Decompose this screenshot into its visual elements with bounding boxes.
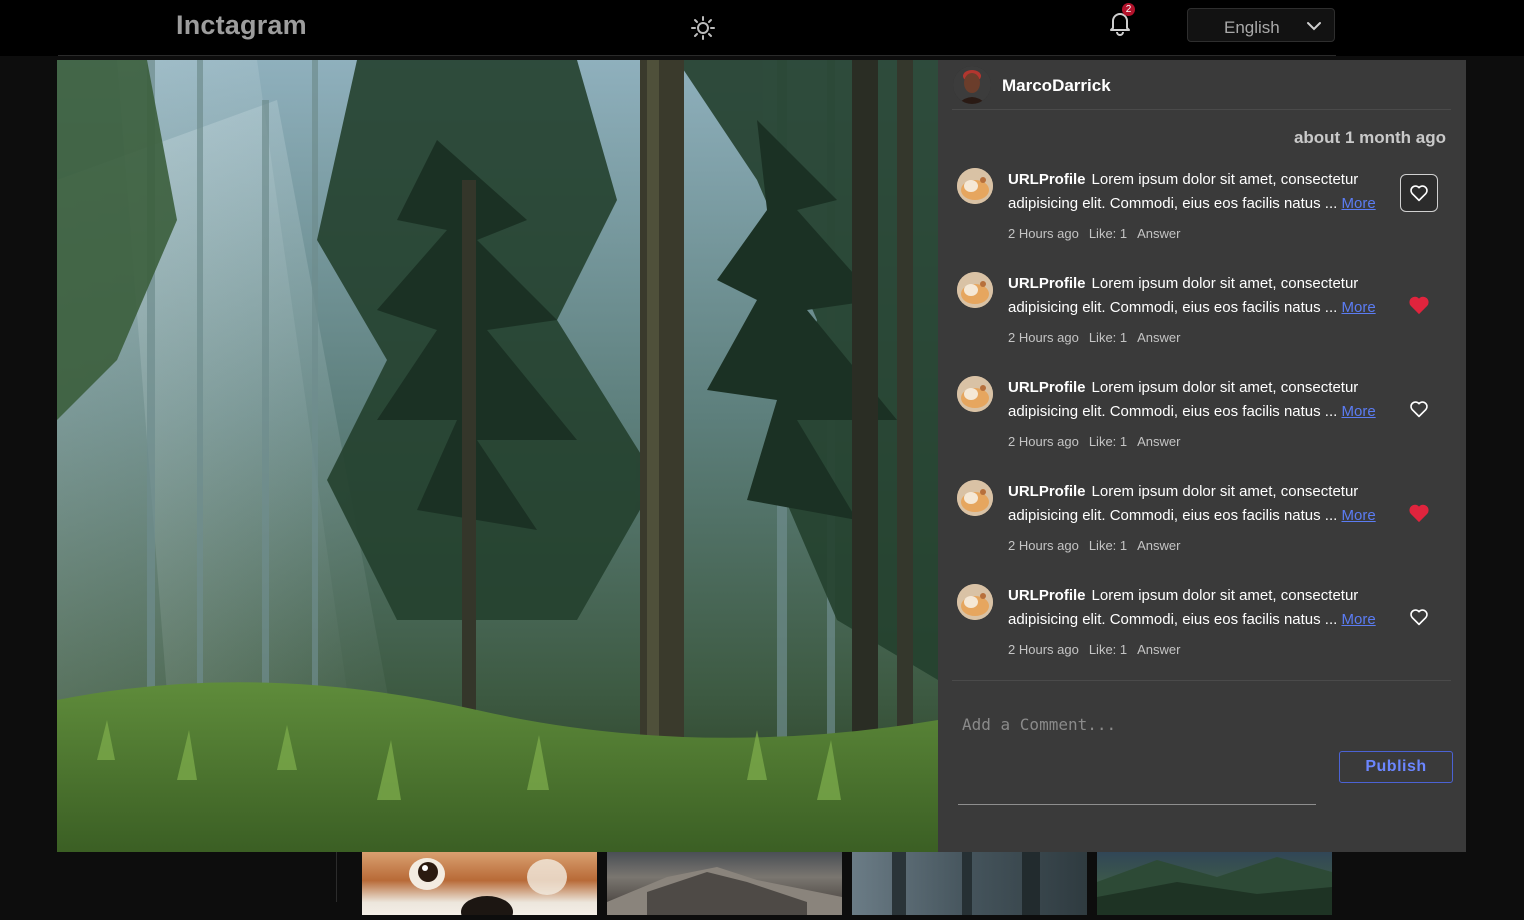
answer-button[interactable]: Answer bbox=[1137, 642, 1180, 657]
author-divider bbox=[952, 109, 1451, 110]
comment-like-count: Like: 1 bbox=[1088, 642, 1128, 657]
comment-meta: 2 Hours ago Like: 1 Answer bbox=[1008, 538, 1191, 553]
comment-item: URLProfile Lorem ipsum dolor sit amet, co… bbox=[938, 584, 1466, 684]
comment-meta: 2 Hours ago Like: 1 Answer bbox=[1008, 434, 1191, 449]
commenter-name[interactable]: URLProfile bbox=[1008, 275, 1086, 292]
comment-like-count: Like: 1 bbox=[1088, 538, 1128, 553]
more-link[interactable]: More bbox=[1341, 403, 1375, 420]
author-name[interactable]: MarcoDarrick bbox=[1002, 76, 1111, 96]
gallery-thumbnail[interactable] bbox=[362, 852, 597, 920]
comment-time: 2 Hours ago bbox=[1008, 538, 1079, 553]
comment-meta: 2 Hours ago Like: 1 Answer bbox=[1008, 642, 1191, 657]
comment-time: 2 Hours ago bbox=[1008, 226, 1079, 241]
app-logo[interactable]: Inctagram bbox=[176, 10, 307, 41]
more-link[interactable]: More bbox=[1341, 299, 1375, 316]
comment-time: 2 Hours ago bbox=[1008, 330, 1079, 345]
post-details-panel: MarcoDarrick about 1 month ago URLProfil… bbox=[938, 60, 1466, 852]
commenter-avatar[interactable] bbox=[957, 168, 993, 204]
comment-meta: 2 Hours ago Like: 1 Answer bbox=[1008, 330, 1191, 345]
answer-button[interactable]: Answer bbox=[1137, 434, 1180, 449]
author-avatar[interactable] bbox=[953, 66, 991, 104]
comment-meta: 2 Hours ago Like: 1 Answer bbox=[1008, 226, 1191, 241]
comment-time: 2 Hours ago bbox=[1008, 434, 1079, 449]
publish-button[interactable]: Publish bbox=[1339, 751, 1453, 783]
heart-icon[interactable] bbox=[1400, 598, 1438, 636]
gallery-thumbnail[interactable] bbox=[1097, 852, 1332, 915]
comment-time: 2 Hours ago bbox=[1008, 642, 1079, 657]
answer-button[interactable]: Answer bbox=[1137, 330, 1180, 345]
gallery-thumbnail[interactable] bbox=[607, 852, 842, 915]
comment-item: URLProfile Lorem ipsum dolor sit amet, co… bbox=[938, 272, 1466, 372]
heart-icon[interactable] bbox=[1400, 174, 1438, 212]
commenter-name[interactable]: URLProfile bbox=[1008, 171, 1086, 188]
commenter-name[interactable]: URLProfile bbox=[1008, 379, 1086, 396]
comment-body: URLProfile Lorem ipsum dolor sit amet, co… bbox=[1008, 480, 1388, 528]
language-selected-label: English bbox=[1224, 18, 1280, 37]
commenter-avatar[interactable] bbox=[957, 584, 993, 620]
more-link[interactable]: More bbox=[1341, 507, 1375, 524]
comment-like-count: Like: 1 bbox=[1088, 330, 1128, 345]
comment-body: URLProfile Lorem ipsum dolor sit amet, co… bbox=[1008, 168, 1388, 216]
comment-input-underline bbox=[958, 804, 1316, 805]
comment-body: URLProfile Lorem ipsum dolor sit amet, co… bbox=[1008, 376, 1388, 424]
comment-item: URLProfile Lorem ipsum dolor sit amet, co… bbox=[938, 480, 1466, 580]
sun-icon[interactable] bbox=[690, 15, 716, 41]
comment-item: URLProfile Lorem ipsum dolor sit amet, co… bbox=[938, 376, 1466, 476]
commenter-name[interactable]: URLProfile bbox=[1008, 587, 1086, 604]
more-link[interactable]: More bbox=[1341, 611, 1375, 628]
background-gallery bbox=[0, 852, 1524, 920]
notification-count-badge: 2 bbox=[1122, 3, 1135, 16]
answer-button[interactable]: Answer bbox=[1137, 226, 1180, 241]
comment-body: URLProfile Lorem ipsum dolor sit amet, co… bbox=[1008, 272, 1388, 320]
top-bar: Inctagram 2 English bbox=[0, 0, 1524, 56]
comment-body: URLProfile Lorem ipsum dolor sit amet, co… bbox=[1008, 584, 1388, 632]
post-timestamp: about 1 month ago bbox=[1293, 128, 1446, 147]
commenter-avatar[interactable] bbox=[957, 376, 993, 412]
post-photo[interactable] bbox=[57, 60, 938, 852]
heart-icon[interactable] bbox=[1400, 390, 1438, 428]
heart-filled-icon[interactable] bbox=[1400, 494, 1438, 532]
comments-divider bbox=[952, 680, 1451, 681]
more-link[interactable]: More bbox=[1341, 195, 1375, 212]
comment-like-count: Like: 1 bbox=[1088, 434, 1128, 449]
add-comment-input[interactable] bbox=[960, 712, 1324, 736]
heart-filled-icon[interactable] bbox=[1400, 286, 1438, 324]
comment-item: URLProfile Lorem ipsum dolor sit amet, co… bbox=[938, 168, 1466, 268]
commenter-avatar[interactable] bbox=[957, 480, 993, 516]
commenter-name[interactable]: URLProfile bbox=[1008, 483, 1086, 500]
gallery-thumbnail[interactable] bbox=[852, 852, 1087, 915]
answer-button[interactable]: Answer bbox=[1137, 538, 1180, 553]
header-divider bbox=[58, 55, 1336, 56]
chevron-down-icon bbox=[1306, 19, 1322, 31]
language-select[interactable]: English bbox=[1187, 8, 1335, 42]
commenter-avatar[interactable] bbox=[957, 272, 993, 308]
comment-like-count: Like: 1 bbox=[1088, 226, 1128, 241]
